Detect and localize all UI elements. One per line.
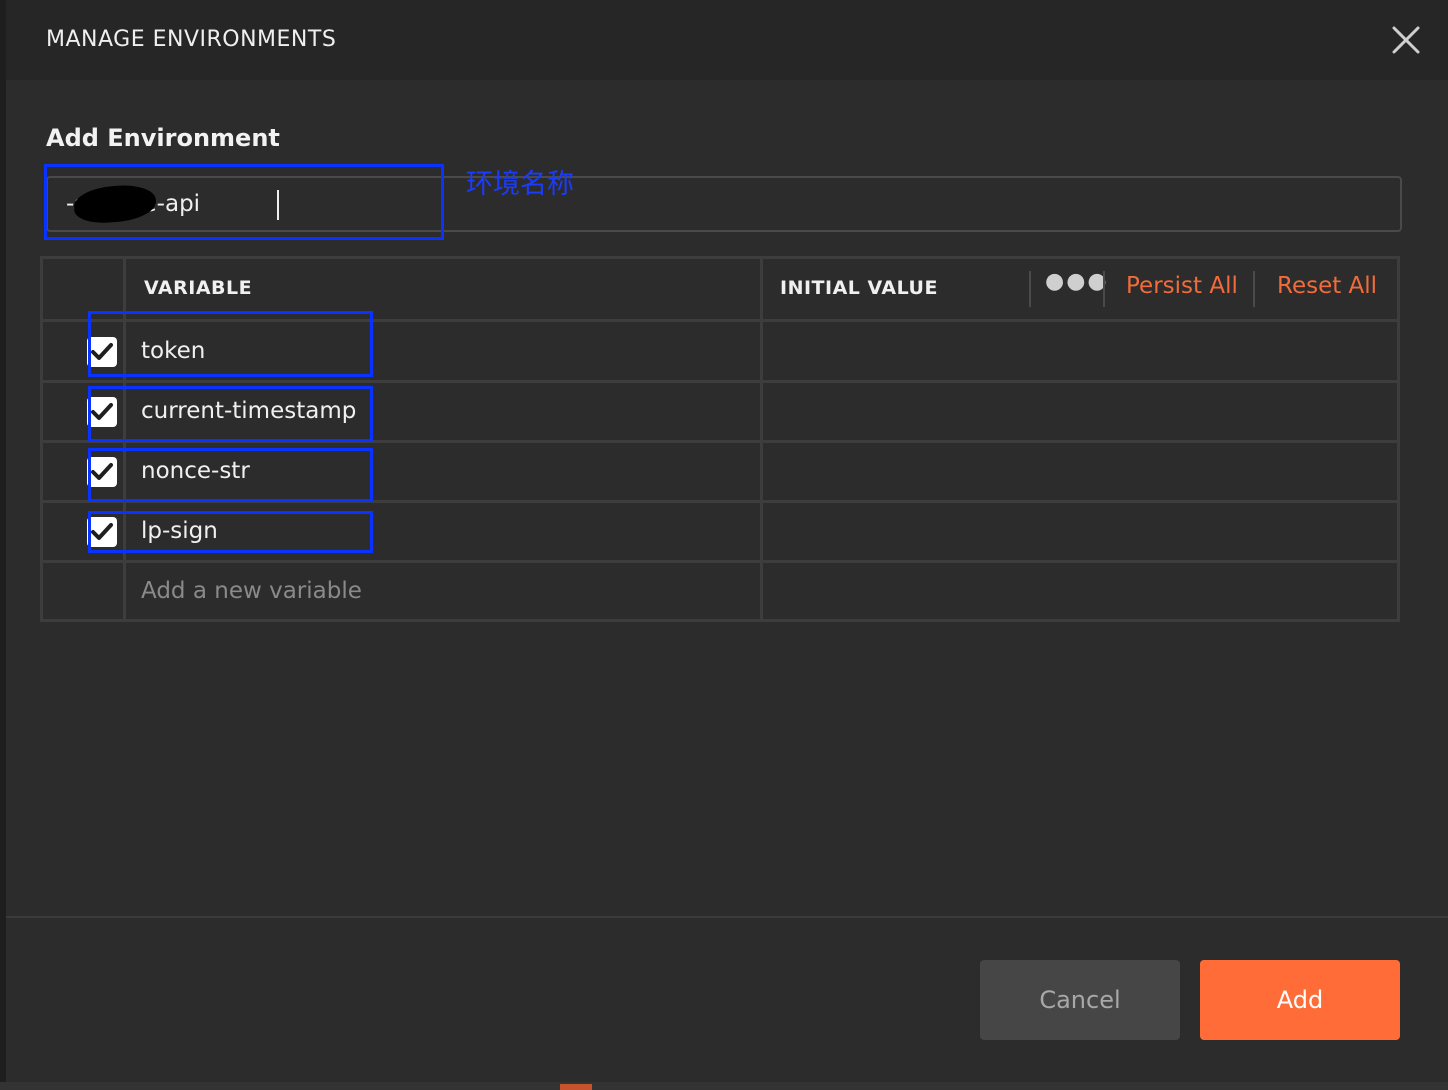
footer-divider — [6, 916, 1448, 918]
annotation-box-variable — [88, 448, 373, 502]
add-button[interactable]: Add — [1200, 960, 1400, 1040]
header-separator — [1029, 271, 1031, 307]
header-separator — [1103, 271, 1105, 307]
section-title: Add Environment — [46, 124, 280, 152]
more-horizontal-icon[interactable]: ●●● — [1045, 269, 1109, 294]
background-accent — [560, 1084, 592, 1090]
annotation-box-variable — [88, 386, 373, 442]
initial-value-cell[interactable] — [763, 503, 1397, 559]
new-variable-input[interactable]: Add a new variable — [141, 578, 362, 604]
initial-value-cell[interactable] — [763, 443, 1397, 499]
close-icon[interactable] — [1388, 22, 1424, 58]
column-header-variable: VARIABLE — [144, 277, 253, 299]
background-strip — [0, 1082, 1448, 1090]
column-header-initial-value: INITIAL VALUE — [780, 277, 938, 299]
new-initial-value-cell[interactable] — [763, 563, 1397, 619]
modal-title: MANAGE ENVIRONMENTS — [46, 27, 337, 52]
annotation-box-env-name — [44, 164, 444, 240]
annotation-box-variable — [88, 511, 373, 553]
persist-all-button[interactable]: Persist All — [1126, 273, 1238, 299]
annotation-label: 环境名称 — [466, 169, 574, 200]
cancel-button[interactable]: Cancel — [980, 960, 1180, 1040]
modal-header: MANAGE ENVIRONMENTS — [6, 0, 1448, 80]
reset-all-button[interactable]: Reset All — [1277, 273, 1377, 299]
annotation-box-variable — [88, 311, 373, 377]
initial-value-cell[interactable] — [763, 383, 1397, 439]
initial-value-cell[interactable] — [763, 322, 1397, 378]
header-separator — [1253, 271, 1255, 307]
